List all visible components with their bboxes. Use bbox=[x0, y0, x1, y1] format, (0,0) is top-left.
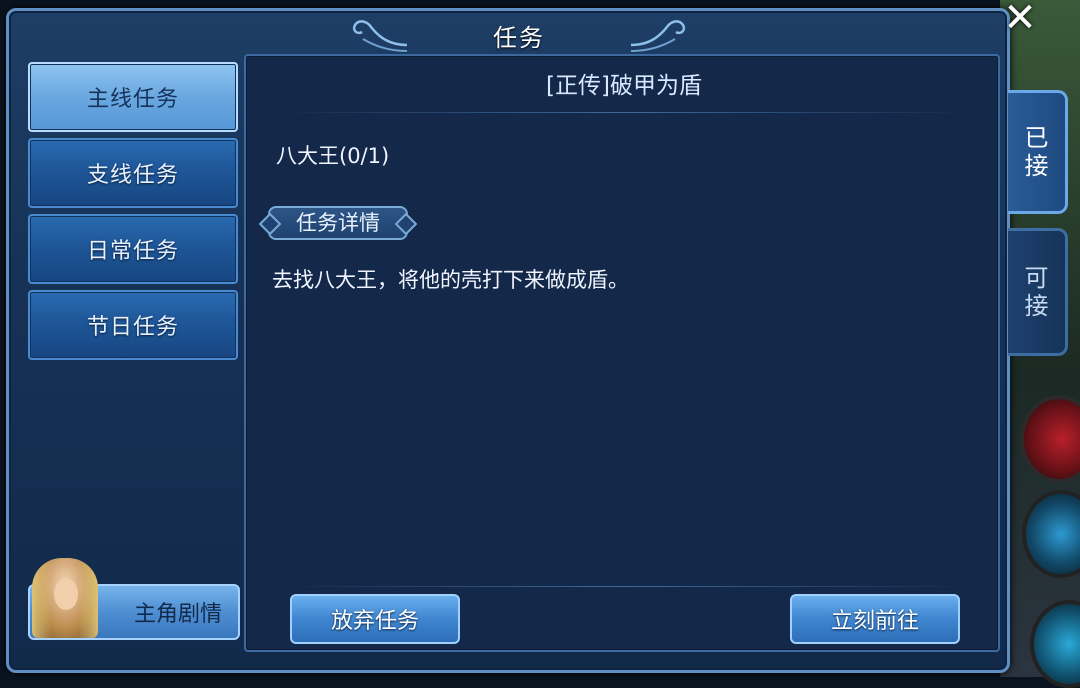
title-ornament-left-icon bbox=[352, 20, 408, 52]
category-festival-quest[interactable]: 节日任务 bbox=[28, 290, 238, 360]
tab-accepted[interactable]: 已 接 bbox=[1008, 90, 1068, 214]
title-ornament-right-icon bbox=[630, 20, 686, 52]
skill-orb-blue[interactable] bbox=[1022, 490, 1080, 578]
category-side-quest[interactable]: 支线任务 bbox=[28, 138, 238, 208]
quest-description: 去找八大王，将他的壳打下来做成盾。 bbox=[272, 268, 629, 292]
category-main-quest[interactable]: 主线任务 bbox=[28, 62, 238, 132]
tab-available[interactable]: 可 接 bbox=[1008, 228, 1068, 356]
divider bbox=[280, 112, 970, 113]
quest-details-tag: 任务详情 bbox=[258, 202, 418, 244]
category-daily-quest[interactable]: 日常任务 bbox=[28, 214, 238, 284]
quest-detail-panel: [正传]破甲为盾 八大王(0/1) 任务详情 去找八大王，将他的壳打下来做成盾。… bbox=[244, 54, 1000, 652]
hero-portrait-avatar bbox=[32, 558, 98, 638]
skill-orb-red[interactable] bbox=[1020, 395, 1080, 483]
hero-story-label: 主角剧情 bbox=[133, 602, 222, 627]
abandon-quest-button[interactable]: 放弃任务 bbox=[290, 594, 460, 644]
quest-title: [正传]破甲为盾 bbox=[546, 73, 702, 99]
close-icon[interactable]: ✕ bbox=[998, 0, 1042, 38]
quest-details-label: 任务详情 bbox=[296, 211, 380, 235]
window-title: 任务 bbox=[493, 23, 545, 52]
category-sidebar: 主线任务 支线任务 日常任务 节日任务 主角剧情 bbox=[18, 56, 244, 652]
go-now-button[interactable]: 立刻前往 bbox=[790, 594, 960, 644]
window-title-bar: 任务 bbox=[349, 11, 689, 59]
skill-orb-blue-lower[interactable] bbox=[1030, 600, 1080, 688]
tab-available-label-2: 接 bbox=[1024, 292, 1049, 320]
quest-objective: 八大王(0/1) bbox=[276, 144, 390, 168]
divider bbox=[280, 586, 970, 587]
tab-accepted-label-2: 接 bbox=[1024, 152, 1049, 180]
tab-available-label-1: 可 bbox=[1024, 264, 1049, 292]
tab-accepted-label-1: 已 bbox=[1024, 124, 1049, 152]
